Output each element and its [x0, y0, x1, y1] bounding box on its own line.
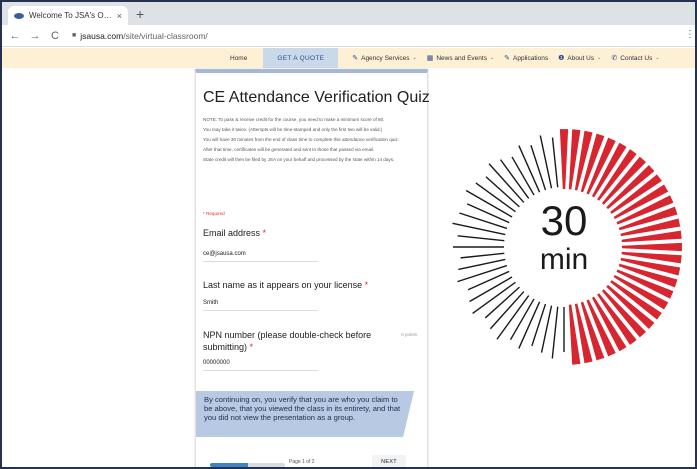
forward-button[interactable]: → [28, 30, 42, 42]
phone-icon: ✆ [611, 55, 618, 62]
nav-item-label: Agency Services [361, 54, 410, 62]
nav-item-label: Applications [513, 54, 549, 62]
nav-contact-us[interactable]: ✆ Contact Us ⌄ [611, 54, 660, 63]
timer-red-tick [621, 242, 682, 252]
timer-black-tick [457, 235, 505, 242]
note-text: State credit will then be filed by JSA o… [203, 157, 395, 162]
next-button[interactable]: NEXT [372, 455, 406, 467]
quiz-form: CE Attendance Verification Quiz NOTE: To… [195, 69, 430, 467]
chevron-down-icon: ⌄ [655, 55, 660, 61]
timer-number: 30 [541, 197, 588, 244]
browser-window: Welcome To JSA's Online CE – Ir × + ← → … [0, 0, 697, 469]
reload-button[interactable]: C [48, 30, 62, 42]
chevron-down-icon: ⌄ [489, 55, 495, 61]
last-name-question-label: Last name as it appears on your license … [203, 280, 368, 290]
last-name-field[interactable]: Smith [203, 300, 318, 311]
nav-home-link[interactable]: Home [230, 55, 247, 62]
note-text: NOTE: To pass & receive credit for the c… [203, 117, 385, 122]
timer-black-tick [551, 306, 559, 359]
progress-bar [210, 463, 285, 467]
timer-black-tick [518, 145, 541, 193]
form-notes: NOTE: To pass & receive credit for the c… [203, 117, 425, 167]
lock-icon: ■ [72, 32, 77, 39]
required-star: * [262, 228, 267, 238]
nav-item-label: News and Events [436, 54, 487, 62]
npn-question-label: NPN number (please double-check before s… [203, 329, 371, 353]
progress-fill [210, 463, 248, 467]
question-text: submitting) [203, 342, 248, 352]
form-title: CE Attendance Verification Quiz [203, 89, 430, 106]
note-text: You may take it twice. (Attempts will be… [203, 127, 383, 132]
nav-about-us[interactable]: ❶ About Us ⌄ [558, 54, 602, 63]
thirty-minute-timer-graphic: 30 min [452, 129, 682, 365]
question-text: Email address [203, 228, 261, 238]
back-button[interactable]: ← [8, 30, 22, 42]
address-bar[interactable]: ■ jsausa.com /site/virtual-classroom/ [72, 31, 208, 41]
required-star: * [364, 280, 369, 290]
timer-unit: min [540, 243, 588, 276]
timer-black-tick [551, 137, 559, 188]
page-content: CE Attendance Verification Quiz NOTE: To… [2, 68, 695, 467]
nav-item-label: About Us [567, 54, 595, 62]
nav-item-label: Contact Us [620, 54, 653, 62]
pencil-icon: ✎ [504, 55, 511, 62]
question-text: Last name as it appears on your license [203, 280, 363, 290]
page-count: Page 1 of 2 [289, 459, 315, 465]
email-question-label: Email address * [203, 228, 266, 238]
get-a-quote-button[interactable]: GET A QUOTE [263, 48, 339, 68]
email-field[interactable]: ce@jsausa.com [203, 251, 318, 262]
timer-red-tick [559, 129, 569, 190]
close-tab-icon[interactable]: × [117, 11, 122, 21]
required-note: * Required [203, 211, 225, 216]
npn-field[interactable]: 00000000 [203, 360, 318, 371]
site-favicon-icon [14, 12, 24, 19]
points-label: 0 points [401, 332, 417, 337]
chevron-down-icon: ⌄ [412, 55, 417, 61]
timer-black-tick [466, 203, 510, 224]
url-path: /site/virtual-classroom/ [123, 30, 208, 41]
note-text: You will have 30 minutes from the end of… [203, 137, 399, 142]
url-host: jsausa.com [80, 30, 124, 41]
timer-black-tick [518, 301, 541, 349]
timer-black-tick [460, 252, 505, 259]
timer-black-tick [467, 270, 510, 291]
site-navigation: Home GET A QUOTE ✎ Agency Services ⌄ ▦ N… [2, 48, 695, 68]
note-text: After that time, certificates will be ge… [203, 147, 375, 152]
timer-black-tick [531, 303, 547, 347]
address-toolbar: ← → C ■ jsausa.com /site/virtual-classro… [2, 25, 695, 47]
tab-title: Welcome To JSA's Online CE – Ir [29, 11, 113, 20]
nav-agency-services[interactable]: ✎ Agency Services ⌄ [352, 54, 417, 63]
nav-applications[interactable]: ✎ Applications [504, 54, 549, 63]
chevron-down-icon: ⌄ [597, 55, 602, 61]
pencil-icon: ✎ [352, 55, 359, 62]
new-tab-button[interactable]: + [136, 5, 144, 23]
nav-news-and-events[interactable]: ▦ News and Events ⌄ [426, 54, 495, 63]
menu-icon[interactable]: ⋮ [685, 29, 695, 40]
required-star: * [249, 342, 254, 352]
browser-tab[interactable]: Welcome To JSA's Online CE – Ir × [8, 6, 128, 25]
question-text: NPN number (please double-check before [203, 330, 372, 340]
tab-strip: Welcome To JSA's Online CE – Ir × + [2, 2, 695, 25]
calendar-icon: ▦ [426, 55, 434, 62]
info-icon: ❶ [558, 55, 565, 62]
timer-black-tick [511, 156, 535, 196]
verification-notice: By continuing on, you verify that you ar… [196, 391, 414, 437]
